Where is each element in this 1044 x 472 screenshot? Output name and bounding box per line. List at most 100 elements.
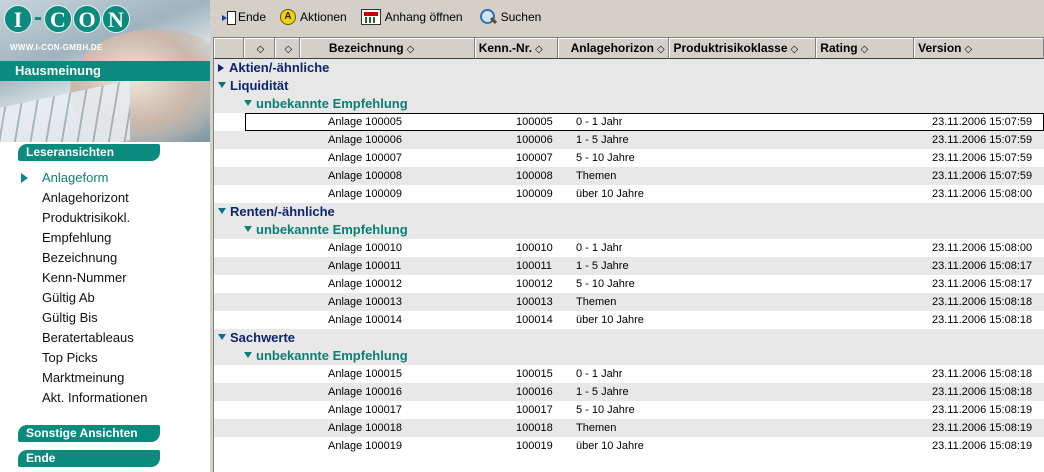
cell-bezeichnung: Anlage 100005	[328, 116, 403, 128]
cell-version: 23.11.2006 15:08:18	[932, 314, 1033, 326]
cell-version: 23.11.2006 15:08:17	[932, 278, 1033, 290]
section-title-hausmeinung: Hausmeinung	[0, 61, 210, 81]
category-row[interactable]: Aktien/-ähnliche	[214, 59, 1044, 77]
collapse-arrow-icon[interactable]	[218, 208, 226, 214]
sidebar-item-label: Empfehlung	[42, 230, 112, 245]
cell-kenn-nr: 100008	[516, 170, 553, 182]
leseransichten-header[interactable]: Leseransichten	[18, 144, 160, 161]
category-label: Liquidität	[230, 78, 289, 93]
keyboard-photo-image	[0, 80, 130, 142]
cell-anlagehorizont: 5 - 10 Jahre	[576, 404, 635, 416]
sidebar-item-gültig-bis[interactable]: Gültig Bis	[0, 308, 210, 328]
expand-arrow-icon[interactable]	[218, 64, 224, 72]
category-label: Aktien/-ähnliche	[229, 60, 330, 75]
aktionen-button[interactable]: A Aktionen	[280, 9, 347, 25]
sidebar-item-produktrisikokl[interactable]: Produktrisikokl.	[0, 208, 210, 228]
sort-diamond-icon: ◇	[860, 44, 869, 55]
main-area: Ende A Aktionen Anhang öffnen Suchen ◇ ◇…	[210, 0, 1044, 472]
ende-nav-button[interactable]: Ende	[18, 450, 160, 467]
subgroup-row[interactable]: unbekannte Empfehlung	[214, 347, 1044, 365]
table-row[interactable]: Anlage 100018 100018 Themen 23.11.2006 15:0…	[214, 419, 1044, 437]
column-header-anlagehorizont[interactable]: Anlagehorizon ◇	[557, 38, 670, 59]
category-row[interactable]: Sachwerte	[214, 329, 1044, 347]
sidebar-item-marktmeinung[interactable]: Marktmeinung	[0, 368, 210, 388]
cell-bezeichnung: Anlage 100014	[328, 314, 403, 326]
sidebar-item-bezeichnung[interactable]: Bezeichnung	[0, 248, 210, 268]
cell-bezeichnung: Anlage 100019	[328, 440, 403, 452]
category-cell: Aktien/-ähnliche	[214, 59, 329, 77]
ende-label: Ende	[238, 10, 267, 24]
suchen-label: Suchen	[500, 10, 542, 24]
table-row[interactable]: Anlage 100017 100017 5 - 10 Jahre 23.11.200…	[214, 401, 1044, 419]
cell-version: 23.11.2006 15:08:17	[932, 260, 1033, 272]
sidebar-item-top-picks[interactable]: Top Picks	[0, 348, 210, 368]
category-row[interactable]: Liquidität	[214, 77, 1044, 95]
collapse-arrow-icon[interactable]	[218, 82, 226, 88]
subgroup-cell: unbekannte Empfehlung	[214, 221, 408, 239]
suchen-button[interactable]: Suchen	[479, 8, 542, 26]
sidebar-item-akt-informationen[interactable]: Akt. Informationen	[0, 388, 210, 408]
sidebar-item-gültig-ab[interactable]: Gültig Ab	[0, 288, 210, 308]
table-row[interactable]: Anlage 100008 100008 Themen 23.11.2006 15:0…	[214, 167, 1044, 185]
cell-version: 23.11.2006 15:08:19	[932, 422, 1033, 434]
cell-kenn-nr: 100018	[516, 422, 553, 434]
table-row[interactable]: Anlage 100013 100013 Themen 23.11.2006 15:0…	[214, 293, 1044, 311]
cell-version: 23.11.2006 15:08:18	[932, 386, 1033, 398]
cell-anlagehorizont: 1 - 5 Jahre	[576, 134, 629, 146]
sort-col-2-header[interactable]: ◇	[274, 38, 300, 59]
cell-version: 23.11.2006 15:07:59	[932, 152, 1033, 164]
sidebar-item-anlageform[interactable]: Anlageform	[0, 168, 210, 188]
collapse-arrow-icon[interactable]	[218, 334, 226, 340]
collapse-arrow-icon[interactable]	[244, 352, 252, 358]
table-row[interactable]: Anlage 100015 100015 0 - 1 Jahr 23.11.2006 …	[214, 365, 1044, 383]
grid-rows: Aktien/-ähnliche Liquidität unbekannte Emp…	[214, 59, 1044, 455]
sidebar-item-anlagehorizont[interactable]: Anlagehorizont	[0, 188, 210, 208]
category-row[interactable]: Renten/-ähnliche	[214, 203, 1044, 221]
subgroup-cell: unbekannte Empfehlung	[214, 95, 408, 113]
aktionen-label: Aktionen	[300, 10, 347, 24]
column-header-bezeichnung[interactable]: Bezeichnung ◇	[299, 38, 475, 59]
cell-bezeichnung: Anlage 100007	[328, 152, 403, 164]
logo-letter-o: O	[73, 5, 101, 33]
sidebar-item-beratertableaus[interactable]: Beratertableaus	[0, 328, 210, 348]
table-row[interactable]: Anlage 100014 100014 über 10 Jahre 23.11.20…	[214, 311, 1044, 329]
table-row[interactable]: Anlage 100019 100019 über 10 Jahre 23.11.20…	[214, 437, 1044, 455]
ende-button[interactable]: Ende	[222, 10, 267, 25]
table-row[interactable]: Anlage 100016 100016 1 - 5 Jahre 23.11.2006…	[214, 383, 1044, 401]
subgroup-row[interactable]: unbekannte Empfehlung	[214, 221, 1044, 239]
sort-col-1-header[interactable]: ◇	[243, 38, 275, 59]
sidebar-item-empfehlung[interactable]: Empfehlung	[0, 228, 210, 248]
table-row[interactable]: Anlage 100010 100010 0 - 1 Jahr 23.11.2006 …	[214, 239, 1044, 257]
table-row[interactable]: Anlage 100012 100012 5 - 10 Jahre 23.11.200…	[214, 275, 1044, 293]
table-row[interactable]: Anlage 100005 100005 0 - 1 Jahr 23.11.2006 …	[214, 113, 1044, 131]
subgroup-row[interactable]: unbekannte Empfehlung	[214, 95, 1044, 113]
attachment-chart-icon	[360, 9, 381, 25]
column-header-produktrisikoklasse[interactable]: Produktrisikoklasse ◇	[669, 38, 817, 59]
cell-kenn-nr: 100013	[516, 296, 553, 308]
table-row[interactable]: Anlage 100006 100006 1 - 5 Jahre 23.11.2006…	[214, 131, 1044, 149]
column-header-rating[interactable]: Rating ◇	[816, 38, 915, 59]
table-row[interactable]: Anlage 100009 100009 über 10 Jahre 23.11.20…	[214, 185, 1044, 203]
cell-kenn-nr: 100011	[516, 260, 552, 272]
sidebar-item-kenn-nummer[interactable]: Kenn-Nummer	[0, 268, 210, 288]
sidebar-item-label: Gültig Bis	[42, 310, 98, 325]
column-header-version[interactable]: Version ◇	[914, 38, 1044, 59]
cell-kenn-nr: 100016	[516, 386, 553, 398]
column-label: Version	[918, 41, 962, 55]
table-row[interactable]: Anlage 100007 100007 5 - 10 Jahre 23.11.200…	[214, 149, 1044, 167]
logo-dash: -	[34, 4, 42, 31]
active-arrow-icon	[21, 173, 28, 183]
table-row[interactable]: Anlage 100011 100011 1 - 5 Jahre 23.11.2006…	[214, 257, 1044, 275]
column-header-kenn-nr[interactable]: Kenn.-Nr. ◇	[474, 38, 558, 59]
collapse-arrow-icon[interactable]	[244, 226, 252, 232]
cell-bezeichnung: Anlage 100013	[328, 296, 403, 308]
cell-version: 23.11.2006 15:08:00	[932, 188, 1033, 200]
search-magnifier-icon	[479, 8, 497, 26]
anhang-oeffnen-button[interactable]: Anhang öffnen	[360, 9, 463, 25]
collapse-arrow-icon[interactable]	[244, 100, 252, 106]
sonstige-ansichten-button[interactable]: Sonstige Ansichten	[18, 425, 160, 442]
icon-logo: I - C O N	[4, 5, 130, 33]
sidebar-item-label: Anlageform	[42, 170, 109, 185]
cell-version: 23.11.2006 15:08:00	[932, 242, 1033, 254]
category-label: Sachwerte	[230, 330, 296, 345]
